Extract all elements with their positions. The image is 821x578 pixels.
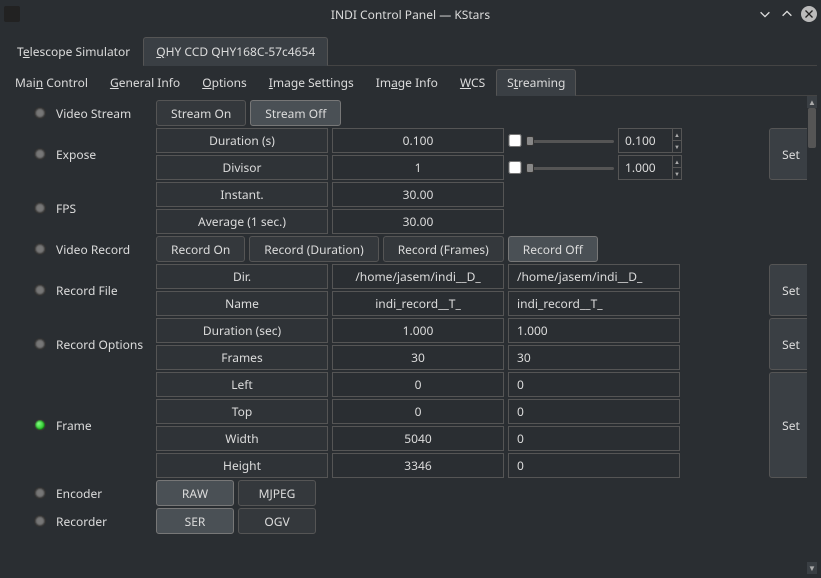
- tab-wcs[interactable]: WCS: [449, 69, 496, 96]
- status-led: [34, 148, 46, 160]
- tab-general-info[interactable]: General Info: [99, 69, 191, 96]
- title-bar: INDI Control Panel — KStars: [0, 0, 821, 28]
- property-label: Expose: [56, 128, 156, 180]
- scroll-up-icon[interactable]: ▲: [807, 96, 817, 108]
- field-header: Divisor: [156, 155, 328, 180]
- field-value: 1: [332, 155, 504, 180]
- frame-width-input[interactable]: [517, 430, 679, 447]
- device-tabs: Telescope Simulator QHY CCD QHY168C-57c4…: [4, 36, 817, 66]
- tab-main-control[interactable]: Main Control: [4, 69, 99, 96]
- record-on-button[interactable]: Record On: [156, 236, 245, 262]
- field-value: 0: [332, 399, 504, 424]
- property-label: Recorder: [56, 508, 156, 534]
- field-header: Instant.: [156, 182, 328, 207]
- property-label: Frame: [56, 372, 156, 478]
- field-value: indi_record__T_: [332, 291, 504, 316]
- stream-off-button[interactable]: Stream Off: [250, 100, 341, 126]
- record-off-button[interactable]: Record Off: [508, 236, 598, 262]
- tab-options[interactable]: Options: [191, 69, 258, 96]
- vertical-scrollbar[interactable]: ▲ ▼: [807, 96, 817, 574]
- link-checkbox[interactable]: [508, 161, 522, 174]
- rec-frames-input[interactable]: [517, 349, 679, 366]
- status-led: [34, 515, 46, 527]
- field-value: 1.000: [332, 318, 504, 343]
- minimize-button[interactable]: [757, 6, 773, 22]
- field-header: Height: [156, 453, 328, 478]
- encoder-mjpeg-button[interactable]: MJPEG: [238, 480, 316, 506]
- field-header: Average (1 sec.): [156, 209, 328, 234]
- property-label: Record File: [56, 264, 156, 316]
- frame-left-input[interactable]: [517, 376, 679, 393]
- field-header: Name: [156, 291, 328, 316]
- field-value: /home/jasem/indi__D_: [332, 264, 504, 289]
- property-label: FPS: [56, 182, 156, 234]
- field-value: 30.00: [332, 182, 504, 207]
- field-header: Width: [156, 426, 328, 451]
- status-led: [34, 202, 46, 214]
- tab-image-settings[interactable]: Image Settings: [258, 69, 365, 96]
- status-led: [34, 338, 46, 350]
- field-header: Top: [156, 399, 328, 424]
- group-tabs: Main Control General Info Options Image …: [4, 68, 817, 96]
- status-led: [34, 487, 46, 499]
- tab-qhy-ccd[interactable]: QHY CCD QHY168C-57c4654: [143, 37, 328, 66]
- field-value: 0.100: [332, 128, 504, 153]
- rec-duration-input[interactable]: [517, 322, 679, 339]
- record-duration-button[interactable]: Record (Duration): [249, 236, 378, 262]
- duration-slider[interactable]: [526, 133, 614, 149]
- field-header: Frames: [156, 345, 328, 370]
- status-led: [34, 107, 46, 119]
- maximize-button[interactable]: [779, 6, 795, 22]
- field-header: Duration (sec): [156, 318, 328, 343]
- recorder-ser-button[interactable]: SER: [156, 508, 234, 534]
- encoder-raw-button[interactable]: RAW: [156, 480, 234, 506]
- property-label: Encoder: [56, 480, 156, 506]
- field-value: 3346: [332, 453, 504, 478]
- property-label: Video Record: [56, 236, 156, 262]
- field-value: 5040: [332, 426, 504, 451]
- link-checkbox[interactable]: [508, 134, 522, 147]
- record-frames-button[interactable]: Record (Frames): [383, 236, 504, 262]
- dir-input[interactable]: [517, 268, 679, 285]
- name-input[interactable]: [517, 295, 679, 312]
- tab-streaming[interactable]: Streaming: [496, 69, 576, 96]
- recorder-ogv-button[interactable]: OGV: [238, 508, 316, 534]
- field-header: Left: [156, 372, 328, 397]
- divisor-spin[interactable]: ▲▼: [618, 155, 682, 180]
- duration-spin[interactable]: ▲▼: [618, 128, 682, 153]
- field-value: 30.00: [332, 209, 504, 234]
- property-label: Video Stream: [56, 100, 156, 126]
- app-icon: [4, 6, 20, 22]
- tab-telescope-simulator[interactable]: Telescope Simulator: [4, 37, 143, 66]
- property-label: Record Options: [56, 318, 156, 370]
- status-led: [34, 243, 46, 255]
- close-button[interactable]: [801, 6, 817, 22]
- status-led: [34, 419, 46, 431]
- stream-on-button[interactable]: Stream On: [156, 100, 246, 126]
- frame-height-input[interactable]: [517, 457, 679, 474]
- status-led: [34, 284, 46, 296]
- window-title: INDI Control Panel — KStars: [331, 6, 490, 23]
- streaming-panel: Video Stream Stream On Stream Off Expose…: [4, 96, 817, 574]
- field-header: Duration (s): [156, 128, 328, 153]
- scroll-down-icon[interactable]: ▼: [807, 562, 817, 574]
- field-value: 30: [332, 345, 504, 370]
- field-header: Dir.: [156, 264, 328, 289]
- frame-top-input[interactable]: [517, 403, 679, 420]
- field-value: 0: [332, 372, 504, 397]
- tab-image-info[interactable]: Image Info: [365, 69, 449, 96]
- divisor-slider[interactable]: [526, 160, 614, 176]
